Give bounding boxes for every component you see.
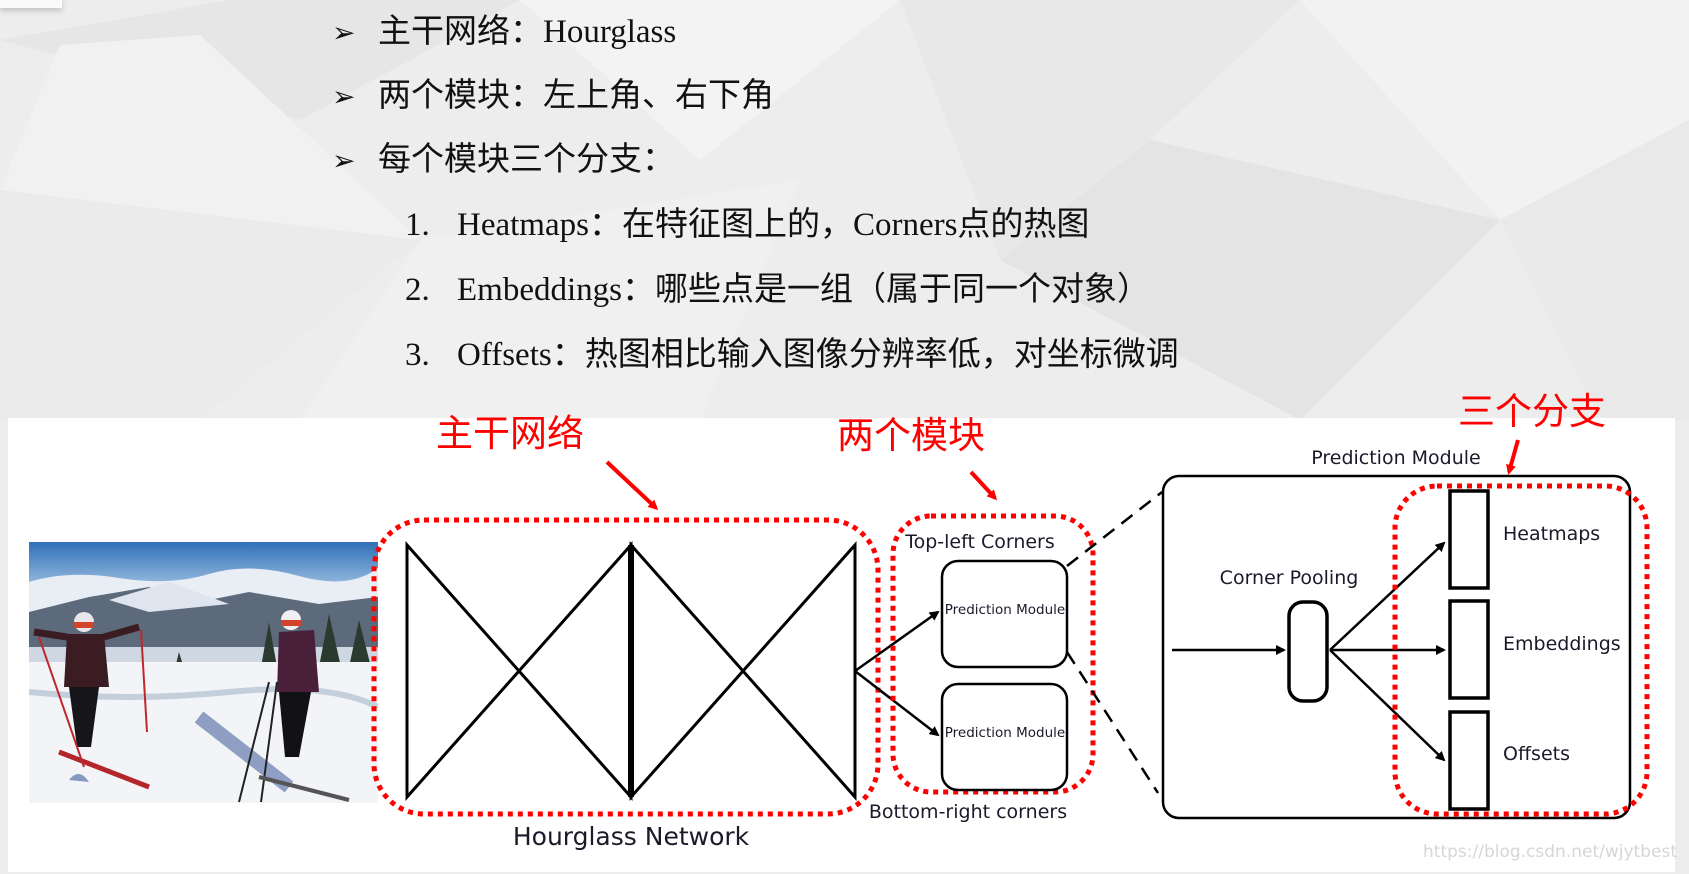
hourglass-network-label: Hourglass Network — [513, 822, 750, 851]
prediction-module-title: Prediction Module — [1311, 447, 1481, 469]
prediction-module-label: Prediction Module — [945, 725, 1065, 741]
offsets-block — [1448, 710, 1490, 811]
arrow-to-top-module — [854, 610, 940, 673]
backbone-annotation-arrow — [605, 460, 659, 511]
arrow-to-bottom-module — [854, 670, 940, 737]
offsets-label: Offsets — [1503, 743, 1570, 765]
heatmaps-label: Heatmaps — [1503, 523, 1600, 545]
embeddings-block — [1448, 599, 1490, 700]
heatmaps-block — [1448, 489, 1490, 590]
corner-pooling-block — [1287, 600, 1329, 703]
cornernet-diagram: Hourglass Network Top-left Corners Predi… — [371, 390, 1650, 851]
branches-annotation: 三个分支 — [1458, 390, 1606, 433]
backbone-highlight-box — [371, 517, 881, 817]
hourglass-1 — [405, 541, 633, 801]
hourglass-network — [405, 541, 857, 801]
arrow-to-heatmaps — [1329, 541, 1446, 651]
backbone-annotation: 主干网络 — [436, 412, 584, 455]
watermark: https://blog.csdn.net/wjytbest — [1423, 842, 1677, 862]
modules-annotation: 两个模块 — [837, 414, 985, 457]
prediction-module-label: Prediction Module — [945, 602, 1065, 618]
zoom-line-bottom — [1065, 651, 1160, 794]
bottom-right-corners-label: Bottom-right corners — [869, 801, 1067, 823]
embeddings-label: Embeddings — [1503, 633, 1621, 655]
modules-annotation-arrow — [969, 470, 998, 501]
top-left-corners-label: Top-left Corners — [904, 531, 1055, 553]
branches-annotation-arrow — [1506, 439, 1520, 475]
hourglass-2 — [629, 541, 857, 801]
corner-pooling-label: Corner Pooling — [1220, 567, 1359, 589]
arrow-to-offsets — [1329, 649, 1446, 762]
